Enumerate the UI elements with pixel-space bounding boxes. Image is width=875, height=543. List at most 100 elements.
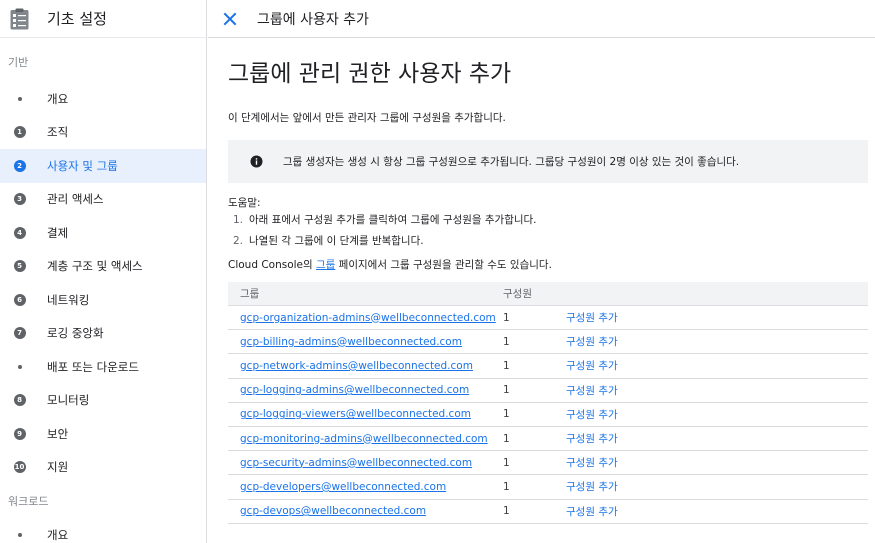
- notice-text: 그룹 생성자는 생성 시 항상 그룹 구성원으로 추가됩니다. 그룹당 구성원이…: [283, 156, 740, 168]
- sidebar-item[interactable]: 1 조직: [0, 116, 206, 150]
- sidebar-item-label: 로깅 중앙화: [47, 326, 104, 341]
- member-count: 1: [503, 432, 510, 445]
- table-header: 그룹 구성원: [228, 282, 868, 306]
- sidebar-item-label: 배포 또는 다운로드: [47, 359, 139, 374]
- sidebar-item[interactable]: 9 보안: [0, 417, 206, 451]
- sidebar-item-label: 보안: [47, 426, 69, 441]
- checklist-icon: [10, 8, 29, 29]
- group-email-link[interactable]: gcp-developers@wellbeconnected.com: [240, 481, 446, 493]
- table-row: gcp-security-admins@wellbeconnected.com 1…: [228, 451, 868, 476]
- sidebar-item[interactable]: 개요: [0, 82, 206, 116]
- group-email-link[interactable]: gcp-logging-viewers@wellbeconnected.com: [240, 408, 471, 420]
- group-email-link[interactable]: gcp-devops@wellbeconnected.com: [240, 505, 426, 517]
- bullet-dot: [17, 364, 22, 369]
- close-icon[interactable]: [223, 12, 237, 26]
- step-number-icon: 2: [13, 159, 26, 172]
- sidebar-header: 기초 설정: [0, 0, 206, 38]
- table-row: gcp-logging-viewers@wellbeconnected.com 1…: [228, 403, 868, 427]
- add-member-button[interactable]: 구성원 추가: [566, 504, 868, 519]
- sidebar-item-label: 네트워킹: [47, 292, 90, 307]
- sidebar-item[interactable]: 4 결제: [0, 216, 206, 250]
- add-member-button[interactable]: 구성원 추가: [566, 479, 868, 494]
- step-number: 4: [13, 226, 26, 239]
- add-member-button[interactable]: 구성원 추가: [566, 431, 868, 446]
- member-count: 1: [503, 311, 510, 324]
- group-email-link[interactable]: gcp-security-admins@wellbeconnected.com: [240, 457, 472, 469]
- bullet-icon: [13, 92, 26, 105]
- table-row: gcp-billing-admins@wellbeconnected.com 1 구…: [228, 330, 868, 355]
- member-count: 1: [503, 480, 510, 493]
- member-count: 1: [503, 359, 510, 372]
- group-cell: gcp-devops@wellbeconnected.com: [228, 505, 503, 517]
- help-step: 2. 나열된 각 그룹에 이 단계를 반복합니다.: [233, 235, 424, 247]
- group-email-link[interactable]: gcp-organization-admins@wellbeconnected.…: [240, 312, 496, 324]
- sidebar-item-label: 관리 액세스: [47, 192, 104, 207]
- step-number-icon: 8: [13, 394, 26, 407]
- main-panel: 그룹에 사용자 추가 그룹에 관리 권한 사용자 추가 이 단계에서는 앞에서 …: [208, 0, 875, 543]
- sidebar-item[interactable]: 배포 또는 다운로드: [0, 350, 206, 384]
- add-member-button[interactable]: 구성원 추가: [566, 334, 868, 349]
- step-number: 2: [13, 159, 26, 172]
- section-label-workload: 워크로드: [8, 495, 49, 508]
- table-row: gcp-logging-admins@wellbeconnected.com 1 구…: [228, 379, 868, 403]
- step-number: 3: [13, 193, 26, 206]
- table-row: gcp-organization-admins@wellbeconnected.…: [228, 306, 868, 331]
- table-row: gcp-monitoring-admins@wellbeconnected.co…: [228, 427, 868, 452]
- step-number-icon: 4: [13, 226, 26, 239]
- bullet-icon: [13, 360, 26, 373]
- add-member-button[interactable]: 구성원 추가: [566, 455, 868, 470]
- header-group: 그룹: [240, 288, 260, 300]
- bullet-dot: [17, 532, 22, 537]
- step-number: 1: [13, 126, 26, 139]
- group-cell: gcp-security-admins@wellbeconnected.com: [228, 457, 503, 469]
- info-notice: 그룹 생성자는 생성 시 항상 그룹 구성원으로 추가됩니다. 그룹당 구성원이…: [228, 140, 868, 183]
- groups-page-link[interactable]: 그룹: [316, 259, 335, 271]
- sidebar-nav: 개요 1 조직 2 사용자 및 그룹 3 관리 액세스 4 결제 5 계층 구조 및 액세스 6 네트워…: [0, 82, 206, 484]
- bullet-icon: [13, 528, 26, 541]
- step-number: 7: [13, 327, 26, 340]
- add-member-button[interactable]: 구성원 추가: [566, 358, 868, 373]
- table-row: gcp-developers@wellbeconnected.com 1 구성원 추…: [228, 475, 868, 500]
- section-label-base: 기반: [8, 56, 29, 69]
- help-steps: 1. 아래 표에서 구성원 추가를 클릭하여 그룹에 구성원을 추가합니다. 2…: [228, 210, 875, 252]
- sidebar-item-label: 지원: [47, 460, 69, 475]
- console-note: Cloud Console의 그룹 페이지에서 그룹 구성원을 관리할 수도 있…: [228, 259, 552, 271]
- group-cell: gcp-logging-admins@wellbeconnected.com: [228, 384, 503, 396]
- sidebar-item-label: 개요: [47, 527, 69, 542]
- sidebar-item[interactable]: 3 관리 액세스: [0, 183, 206, 217]
- step-number-icon: 10: [13, 461, 26, 474]
- info-icon: [250, 155, 263, 168]
- step-number: 5: [13, 260, 26, 273]
- table-body: gcp-organization-admins@wellbeconnected.…: [228, 306, 868, 524]
- bullet-dot: [17, 96, 22, 101]
- sidebar-item[interactable]: 6 네트워킹: [0, 283, 206, 317]
- add-member-button[interactable]: 구성원 추가: [566, 310, 868, 325]
- step-number-icon: 9: [13, 427, 26, 440]
- add-member-button[interactable]: 구성원 추가: [566, 407, 868, 422]
- help-title: 도움말:: [228, 197, 261, 209]
- group-cell: gcp-billing-admins@wellbeconnected.com: [228, 336, 503, 348]
- sidebar-item[interactable]: 5 계층 구조 및 액세스: [0, 250, 206, 284]
- sidebar-item[interactable]: 2 사용자 및 그룹: [0, 149, 206, 183]
- group-email-link[interactable]: gcp-network-admins@wellbeconnected.com: [240, 360, 473, 372]
- sidebar-item[interactable]: 8 모니터링: [0, 384, 206, 418]
- group-email-link[interactable]: gcp-logging-admins@wellbeconnected.com: [240, 384, 469, 396]
- group-email-link[interactable]: gcp-billing-admins@wellbeconnected.com: [240, 336, 462, 348]
- step-number: 6: [13, 293, 26, 306]
- panel-title: 그룹에 사용자 추가: [257, 11, 369, 28]
- step-number-icon: 5: [13, 260, 26, 273]
- top-bar: 그룹에 사용자 추가: [208, 0, 875, 38]
- group-email-link[interactable]: gcp-monitoring-admins@wellbeconnected.co…: [240, 433, 488, 445]
- group-cell: gcp-monitoring-admins@wellbeconnected.co…: [228, 433, 503, 445]
- add-member-button[interactable]: 구성원 추가: [566, 383, 868, 398]
- sidebar-title: 기초 설정: [47, 10, 107, 28]
- sidebar-item-label: 사용자 및 그룹: [47, 158, 118, 173]
- sidebar-item[interactable]: 10 지원: [0, 451, 206, 485]
- step-number-icon: 3: [13, 193, 26, 206]
- header-members: 구성원: [503, 288, 532, 300]
- sidebar-item[interactable]: 개요: [0, 518, 206, 543]
- sidebar-item-label: 조직: [47, 125, 69, 140]
- step-number: 8: [13, 394, 26, 407]
- step-number: 9: [13, 427, 26, 440]
- sidebar-item[interactable]: 7 로깅 중앙화: [0, 317, 206, 351]
